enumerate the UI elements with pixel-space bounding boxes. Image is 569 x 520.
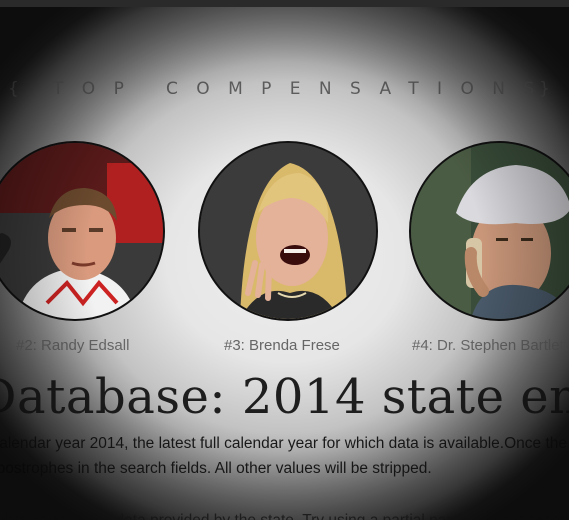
- portrait-photo-icon: [200, 143, 376, 319]
- portrait-photo-icon: [0, 143, 163, 319]
- profile-caption-2[interactable]: #3: Brenda Frese: [224, 337, 340, 354]
- section-title: TOP COMPENSATIONS: [53, 79, 553, 99]
- portrait-photo-icon: [411, 143, 569, 319]
- profile-photo-2[interactable]: [198, 141, 378, 321]
- page-title: Database: 2014 state employee salaries: [0, 369, 569, 425]
- profile-caption-1[interactable]: #2: Randy Edsall: [16, 337, 129, 354]
- intro-paragraph-line: Calendar year 2014, the latest full cale…: [0, 435, 568, 452]
- intro-paragraph-line: abbreviated in the data provided by the …: [0, 512, 569, 520]
- section-header: { TOP COMPENSATIONS }: [0, 79, 569, 109]
- lightbox-stage: { TOP COMPENSATIONS } #2: Randy Edsall #…: [0, 7, 569, 520]
- profile-photo-1[interactable]: [0, 141, 165, 321]
- profile-caption-3[interactable]: #4: Dr. Stephen Bartlett: [412, 337, 568, 354]
- profile-photo-3[interactable]: [409, 141, 569, 321]
- bracket-close: }: [539, 79, 550, 99]
- top-bar: [0, 0, 569, 7]
- intro-paragraph-line: apostrophes in the search fields. All ot…: [0, 460, 432, 477]
- bracket-open: {: [8, 79, 19, 99]
